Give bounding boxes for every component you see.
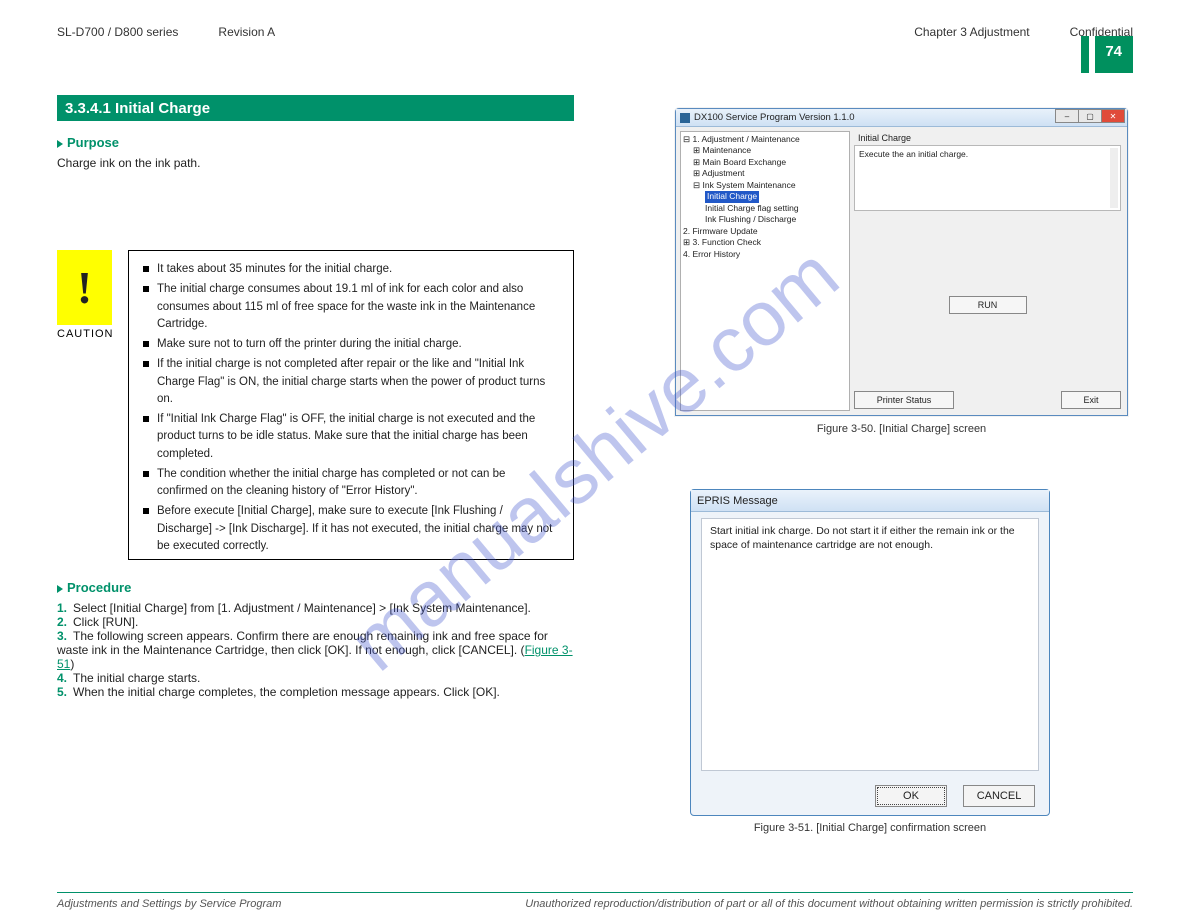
procedure-step: 4.The initial charge starts.	[57, 671, 577, 685]
section-title: 3.3.4.1 Initial Charge	[57, 95, 574, 121]
run-button[interactable]: RUN	[949, 296, 1027, 314]
scrollbar[interactable]	[1110, 148, 1118, 208]
tree-node[interactable]: Ink Flushing / Discharge	[683, 214, 847, 225]
step-text: Select [Initial Charge] from [1. Adjustm…	[73, 601, 531, 615]
step-text: The following screen appears. Confirm th…	[57, 629, 548, 657]
tree-node[interactable]: ⊞ Adjustment	[683, 168, 847, 179]
step-number: 2.	[57, 615, 73, 629]
tree-label: Ink Flushing / Discharge	[705, 214, 796, 224]
header-revision: Revision A	[218, 25, 275, 39]
caution-bullet: Before execute [Initial Charge], make su…	[143, 503, 559, 555]
procedure-heading: Procedure	[67, 580, 131, 595]
procedure-block: Procedure 1.Select [Initial Charge] from…	[57, 580, 577, 699]
tree-label: Initial Charge flag setting	[705, 203, 799, 213]
caution-bullet: The initial charge consumes about 19.1 m…	[143, 281, 559, 333]
nav-tree[interactable]: ⊟ 1. Adjustment / Maintenance ⊞ Maintena…	[680, 131, 850, 411]
caution-bullet: It takes about 35 minutes for the initia…	[143, 261, 559, 278]
procedure-step: 3.The following screen appears. Confirm …	[57, 629, 577, 671]
tree-node[interactable]: ⊟ Ink System Maintenance	[683, 180, 847, 191]
maximize-button[interactable]: ▢	[1078, 109, 1102, 123]
procedure-step: 5.When the initial charge completes, the…	[57, 685, 577, 699]
window-title: DX100 Service Program Version 1.1.0	[694, 112, 855, 123]
step-text: When the initial charge completes, the c…	[73, 685, 500, 699]
tree-label: Adjustment	[702, 168, 745, 178]
step-number: 5.	[57, 685, 73, 699]
caution-box: It takes about 35 minutes for the initia…	[128, 250, 574, 560]
tree-node[interactable]: ⊞ 3. Function Check	[683, 237, 847, 248]
app-icon	[680, 113, 690, 123]
service-program-window: DX100 Service Program Version 1.1.0 – ▢ …	[675, 108, 1128, 416]
printer-status-button[interactable]: Printer Status	[854, 391, 954, 409]
exit-button[interactable]: Exit	[1061, 391, 1121, 409]
step-text: The initial charge starts.	[73, 671, 200, 685]
header-chapter: Chapter 3 Adjustment	[914, 25, 1029, 39]
tree-label: 2. Firmware Update	[683, 226, 758, 236]
step-number: 1.	[57, 601, 73, 615]
caution-bullet: The condition whether the initial charge…	[143, 466, 559, 501]
purpose-text: Charge ink on the ink path.	[57, 154, 574, 172]
step-text: Click [RUN].	[73, 615, 138, 629]
tree-node[interactable]: Initial Charge flag setting	[683, 203, 847, 214]
purpose-block: Purpose Charge ink on the ink path.	[57, 135, 574, 172]
tree-node-selected[interactable]: Initial Charge	[683, 191, 847, 202]
footer-left: Adjustments and Settings by Service Prog…	[57, 898, 281, 910]
tree-label: 3. Function Check	[692, 237, 761, 247]
step-number: 4.	[57, 671, 73, 685]
ok-button[interactable]: OK	[875, 785, 947, 807]
page-number: 74	[1105, 43, 1122, 60]
tree-node[interactable]: 2. Firmware Update	[683, 226, 847, 237]
triangle-icon	[57, 585, 63, 593]
dialog-message: Start initial ink charge. Do not start i…	[710, 525, 1015, 551]
epris-message-dialog: EPRIS Message Start initial ink charge. …	[690, 489, 1050, 816]
footer-right: Unauthorized reproduction/distribution o…	[525, 898, 1133, 910]
tree-label: Main Board Exchange	[702, 157, 786, 167]
description-box: Execute the an initial charge.	[854, 145, 1121, 211]
caution-bullet: If the initial charge is not completed a…	[143, 356, 559, 408]
close-button[interactable]: ✕	[1101, 109, 1125, 123]
footer-divider	[57, 892, 1133, 893]
figure-caption: Figure 3-51. [Initial Charge] confirmati…	[690, 822, 1050, 834]
panel-title: Initial Charge	[858, 133, 1121, 143]
tree-label: Ink System Maintenance	[702, 180, 795, 190]
purpose-heading: Purpose	[67, 135, 119, 150]
tree-label: Maintenance	[702, 145, 751, 155]
minimize-button[interactable]: –	[1055, 109, 1079, 123]
figure-caption: Figure 3-50. [Initial Charge] screen	[675, 423, 1128, 435]
procedure-step: 2.Click [RUN].	[57, 615, 577, 629]
window-titlebar: DX100 Service Program Version 1.1.0 – ▢ …	[676, 109, 1127, 127]
tree-node[interactable]: ⊞ Main Board Exchange	[683, 157, 847, 168]
procedure-step: 1.Select [Initial Charge] from [1. Adjus…	[57, 601, 577, 615]
caution-label: CAUTION	[57, 328, 112, 340]
tree-label: Initial Charge	[705, 191, 759, 202]
dialog-body: Start initial ink charge. Do not start i…	[701, 518, 1039, 771]
step-number: 3.	[57, 629, 73, 643]
dialog-title: EPRIS Message	[697, 495, 778, 507]
dialog-titlebar: EPRIS Message	[691, 490, 1049, 512]
tree-label: 1. Adjustment / Maintenance	[692, 134, 799, 144]
description-text: Execute the an initial charge.	[859, 149, 968, 159]
tree-node[interactable]: 4. Error History	[683, 249, 847, 260]
tree-node[interactable]: ⊞ Maintenance	[683, 145, 847, 156]
tree-label: 4. Error History	[683, 249, 740, 259]
caution-bullet: Make sure not to turn off the printer du…	[143, 336, 559, 353]
triangle-icon	[57, 140, 63, 148]
caution-icon: !	[57, 250, 112, 325]
tree-node[interactable]: ⊟ 1. Adjustment / Maintenance	[683, 134, 847, 145]
page-header: SL-D700 / D800 series Revision A Chapter…	[57, 17, 1133, 39]
caution-bullet: If "Initial Ink Charge Flag" is OFF, the…	[143, 411, 559, 463]
cancel-button[interactable]: CANCEL	[963, 785, 1035, 807]
header-model: SL-D700 / D800 series	[57, 25, 178, 39]
